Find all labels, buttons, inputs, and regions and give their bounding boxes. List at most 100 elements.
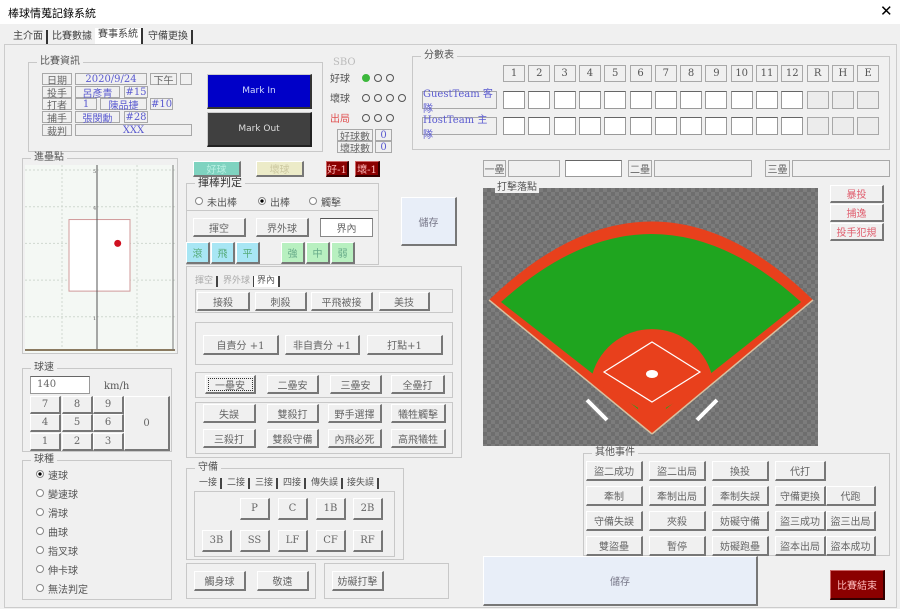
pitch-type-option[interactable]: 指叉球 [36, 543, 136, 558]
host-score-cell[interactable] [680, 117, 703, 135]
speed-input[interactable]: 140 [30, 376, 90, 394]
guest-score-cell[interactable] [604, 91, 627, 109]
host-score-cell[interactable] [705, 117, 728, 135]
pitch-type-option[interactable]: 變速球 [36, 486, 136, 501]
result-row3-button[interactable]: 三壘安 [330, 375, 382, 394]
swing-miss-button[interactable]: 揮空 [193, 218, 246, 237]
mark-out-button[interactable]: Mark Out [207, 112, 312, 147]
position-SS-button[interactable]: SS [240, 530, 270, 552]
other-event-button[interactable]: 夾殺 [649, 511, 706, 531]
other-event-button[interactable]: 妨礙守備 [712, 511, 769, 531]
host-score-cell[interactable] [806, 117, 829, 135]
result-row1-button[interactable]: 接殺 [197, 292, 250, 311]
trajectory-0[interactable]: 滾 [186, 242, 210, 264]
other-event-button[interactable]: 守備更換 [775, 486, 826, 506]
position-RF-button[interactable]: RF [353, 530, 383, 552]
guest-score-cell[interactable] [503, 91, 525, 109]
tab-stats[interactable]: 比賽數據 [49, 30, 97, 44]
position-CF-button[interactable]: CF [316, 530, 346, 552]
guest-score-cell[interactable] [578, 91, 601, 109]
guest-score-cell[interactable] [857, 91, 880, 109]
host-score-cell[interactable] [654, 117, 677, 135]
mark-in-button[interactable]: Mark In [207, 74, 312, 109]
result-row2-button[interactable]: 非自責分 +1 [285, 335, 360, 355]
other-event-button[interactable]: 盜本出局 [775, 536, 826, 556]
host-score-cell[interactable] [578, 117, 601, 135]
host-score-cell[interactable] [781, 117, 804, 135]
other-event-button[interactable]: 盜二出局 [649, 461, 706, 481]
result-row3-button[interactable]: 二壘安 [267, 375, 319, 394]
keypad-6[interactable]: 6 [93, 414, 124, 432]
close-button[interactable]: ✕ [880, 2, 893, 20]
result-row1-button[interactable]: 平飛被接 [311, 292, 373, 311]
result-row1-button[interactable]: 美技 [379, 292, 430, 311]
keypad-8[interactable]: 8 [62, 396, 93, 414]
strike-minus-button[interactable]: 壞-1 [355, 161, 380, 177]
guest-score-cell[interactable] [730, 91, 753, 109]
host-score-cell[interactable] [553, 117, 576, 135]
result-row4-button[interactable]: 內飛必死 [328, 429, 382, 448]
wild-pitch-button[interactable]: 暴投 [830, 185, 884, 203]
other-event-button[interactable]: 牽制失誤 [712, 486, 769, 506]
save-button[interactable]: 儲存 [483, 556, 758, 606]
keypad-5[interactable]: 5 [62, 414, 93, 432]
keypad-2[interactable]: 2 [62, 433, 93, 451]
result-row4-button[interactable]: 高飛犧牲 [391, 429, 446, 448]
keypad-0[interactable]: 0 [124, 396, 170, 451]
keypad-4[interactable]: 4 [30, 414, 61, 432]
other-event-button[interactable]: 暫停 [649, 536, 706, 556]
passed-ball-button[interactable]: 捕逸 [830, 204, 884, 222]
strength-0[interactable]: 強 [281, 242, 305, 264]
trajectory-1[interactable]: 飛 [211, 242, 235, 264]
result-row4-button[interactable]: 野手選擇 [328, 404, 382, 423]
guest-score-cell[interactable] [654, 91, 677, 109]
defense-tab-0[interactable]: 一接 [196, 478, 223, 489]
balk-button[interactable]: 投手犯規 [830, 223, 884, 241]
other-event-button[interactable]: 妨礙跑壘 [712, 536, 769, 556]
first-base-input[interactable] [565, 160, 622, 177]
guest-score-cell[interactable] [629, 91, 652, 109]
pitch-location-chart[interactable]: 12345 [25, 165, 175, 353]
result-row4-button[interactable]: 雙殺守備 [267, 429, 319, 448]
result-tab-1[interactable]: 界外球 [220, 276, 256, 287]
other-event-button[interactable]: 牽制出局 [649, 486, 706, 506]
strength-1[interactable]: 中 [306, 242, 330, 264]
guest-score-cell[interactable] [756, 91, 778, 109]
position-LF-button[interactable]: LF [278, 530, 308, 552]
host-score-cell[interactable] [756, 117, 778, 135]
tab-game-system[interactable]: 賽事系統 [95, 28, 143, 44]
other-event-button[interactable]: 換投 [712, 461, 769, 481]
position-C-button[interactable]: C [278, 498, 308, 520]
other-event-button[interactable]: 代跑 [826, 486, 876, 506]
host-score-cell[interactable] [831, 117, 854, 135]
ball-minus-button[interactable]: 好-1 [326, 161, 349, 177]
other-event-button[interactable]: 盜二成功 [586, 461, 643, 481]
guest-score-cell[interactable] [680, 91, 703, 109]
strike-button[interactable]: 壞球 [256, 161, 304, 177]
fair-ball-button[interactable]: 界內 [320, 218, 373, 237]
pitch-type-option[interactable]: 無法判定 [36, 581, 136, 596]
host-score-cell[interactable] [730, 117, 753, 135]
host-score-cell[interactable] [857, 117, 880, 135]
guest-score-cell[interactable] [553, 91, 576, 109]
hit-by-pitch-button[interactable]: 觸身球 [194, 571, 246, 591]
other-event-button[interactable]: 守備失誤 [586, 511, 643, 531]
result-row3-button[interactable]: 全壘打 [391, 375, 445, 394]
defense-tab-5[interactable]: 接失誤 [344, 478, 380, 489]
tab-main[interactable]: 主介面 [10, 30, 48, 44]
defense-tab-1[interactable]: 二接 [224, 478, 251, 489]
position-P-button[interactable]: P [240, 498, 270, 520]
foul-ball-button[interactable]: 界外球 [256, 218, 309, 237]
result-row2-button[interactable]: 自責分 +1 [203, 335, 279, 355]
other-event-button[interactable]: 牽制 [586, 486, 643, 506]
result-tab-0[interactable]: 揮空 [192, 276, 219, 287]
result-tab-2[interactable]: 界內 [254, 276, 281, 287]
host-score-cell[interactable] [629, 117, 652, 135]
other-event-button[interactable]: 盜本成功 [826, 536, 876, 556]
trajectory-2[interactable]: 平 [236, 242, 260, 264]
guest-score-cell[interactable] [528, 91, 551, 109]
result-row3-button[interactable]: 一壘安 [205, 375, 256, 394]
keypad-1[interactable]: 1 [30, 433, 61, 451]
save-pitch-button[interactable]: 儲存 [401, 197, 457, 246]
pitch-type-option[interactable]: 曲球 [36, 524, 136, 539]
